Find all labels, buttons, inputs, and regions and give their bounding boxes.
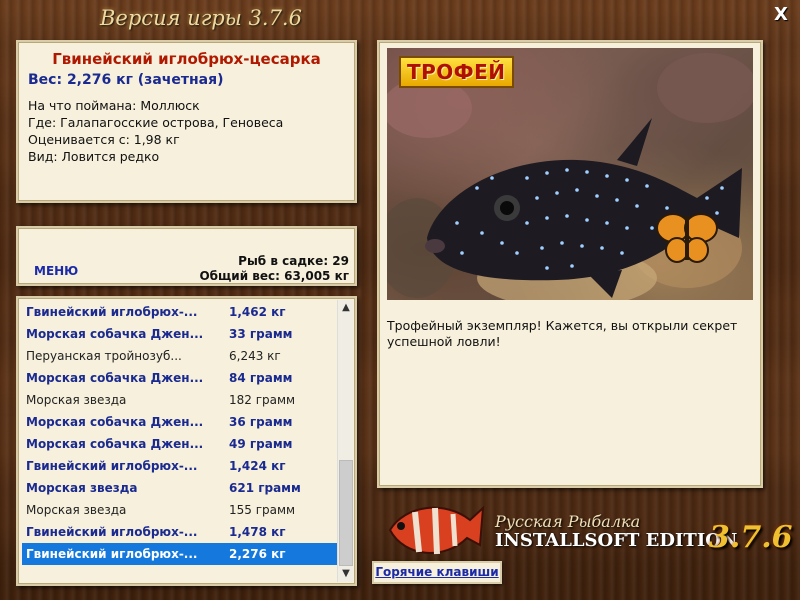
menu-panel: МЕНЮ Рыб в садке: 29 Общий вес: 63,005 к… [16, 226, 357, 286]
catch-name: Гвинейский иглобрюх-... [26, 547, 198, 561]
catch-weight: 36 грамм [229, 415, 293, 429]
close-icon: X [774, 4, 788, 25]
catch-name: Перуанская тройнозуб... [26, 349, 182, 363]
fish-name: Гвинейский иглобрюх-цесарка [52, 50, 321, 68]
fish-kind: Вид: Ловится редко [28, 149, 160, 164]
list-item[interactable]: Морская звезда 155 грамм [22, 499, 340, 521]
logo-version: 3.7.6 [709, 520, 793, 555]
total-weight: Общий вес: 63,005 кг [199, 269, 349, 283]
catch-list[interactable]: Гвинейский иглобрюх-... 1,462 кг Морская с… [22, 301, 340, 565]
fish-photo: ТРОФЕЙ [387, 48, 753, 300]
chevron-down-icon[interactable]: ▼ [338, 566, 354, 582]
logo-edition: INSTALLSOFT EDITION [495, 530, 738, 551]
catch-weight: 155 грамм [229, 503, 296, 517]
catch-weight: 49 грамм [229, 437, 293, 451]
close-button[interactable]: X [772, 6, 790, 24]
catch-weight: 1,462 кг [229, 305, 286, 319]
catch-stats: Рыб в садке: 29 Общий вес: 63,005 кг [199, 254, 349, 284]
catch-name: Морская звезда [26, 503, 127, 517]
catch-weight: 33 грамм [229, 327, 293, 341]
list-item[interactable]: Морская собачка Джен... 36 грамм [22, 411, 340, 433]
catch-name: Морская собачка Джен... [26, 437, 204, 451]
catch-weight: 621 грамм [229, 481, 301, 495]
catch-list-panel: Гвинейский иглобрюх-... 1,462 кг Морская с… [16, 296, 357, 586]
list-item[interactable]: Морская собачка Джен... 33 грамм [22, 323, 340, 345]
logo-subtitle: Русская Рыбалка [495, 512, 641, 531]
list-item[interactable]: Морская собачка Джен... 84 грамм [22, 367, 340, 389]
chevron-up-icon[interactable]: ▲ [338, 300, 354, 316]
catch-name: Морская собачка Джен... [26, 371, 204, 385]
catch-weight: 2,276 кг [229, 547, 286, 561]
catch-name: Гвинейский иглобрюх-... [26, 305, 198, 319]
fish-weight: Вес: 2,276 кг (зачетная) [28, 72, 224, 88]
catch-weight: 84 грамм [229, 371, 293, 385]
catch-weight: 1,478 кг [229, 525, 286, 539]
list-item[interactable]: Морская звезда 182 грамм [22, 389, 340, 411]
catch-weight: 182 грамм [229, 393, 296, 407]
fish-rated-from: Оценивается с: 1,98 кг [28, 132, 180, 147]
menu-button[interactable]: МЕНЮ [34, 264, 78, 278]
fish-count: Рыб в садке: 29 [238, 254, 349, 268]
list-item[interactable]: Гвинейский иглобрюх-... 1,478 кг [22, 521, 340, 543]
list-item[interactable]: Морская собачка Джен... 49 грамм [22, 433, 340, 455]
catch-name: Морская собачка Джен... [26, 415, 204, 429]
fish-logo-icon [388, 505, 485, 555]
list-item[interactable]: Гвинейский иглобрюх-... 1,462 кг [22, 301, 340, 323]
catch-name: Морская собачка Джен... [26, 327, 204, 341]
catch-name: Гвинейский иглобрюх-... [26, 459, 198, 473]
trophy-panel: ТРОФЕЙ Трофейный экземпляр! Кажется, вы … [377, 40, 763, 488]
trophy-message: Трофейный экземпляр! Кажется, вы открыли… [387, 318, 738, 349]
scrollbar[interactable]: ▲ ▼ [337, 300, 353, 582]
catch-weight: 6,243 кг [229, 349, 281, 363]
catch-name: Морская звезда [26, 481, 138, 495]
catch-name: Морская звезда [26, 393, 127, 407]
catch-weight: 1,424 кг [229, 459, 286, 473]
hotkeys-button[interactable]: Горячие клавиши [372, 561, 502, 584]
fish-location: Где: Галапагосские острова, Геновеса [28, 115, 284, 130]
scroll-thumb[interactable] [339, 460, 353, 566]
fish-bait: На что поймана: Моллюск [28, 98, 200, 113]
window-title: Версия игры 3.7.6 [100, 6, 302, 30]
game-logo: Русская Рыбалка INSTALLSOFT EDITION 3.7.… [385, 490, 795, 570]
list-item[interactable]: Морская звезда 621 грамм [22, 477, 340, 499]
catch-name: Гвинейский иглобрюх-... [26, 525, 198, 539]
list-item[interactable]: Перуанская тройнозуб... 6,243 кг [22, 345, 340, 367]
list-item[interactable]: Гвинейский иглобрюх-... 1,424 кг [22, 455, 340, 477]
list-item[interactable]: Гвинейский иглобрюх-... 2,276 кг [22, 543, 340, 565]
fish-info-panel: Гвинейский иглобрюх-цесарка Вес: 2,276 к… [16, 40, 357, 203]
trophy-badge: ТРОФЕЙ [399, 56, 514, 88]
